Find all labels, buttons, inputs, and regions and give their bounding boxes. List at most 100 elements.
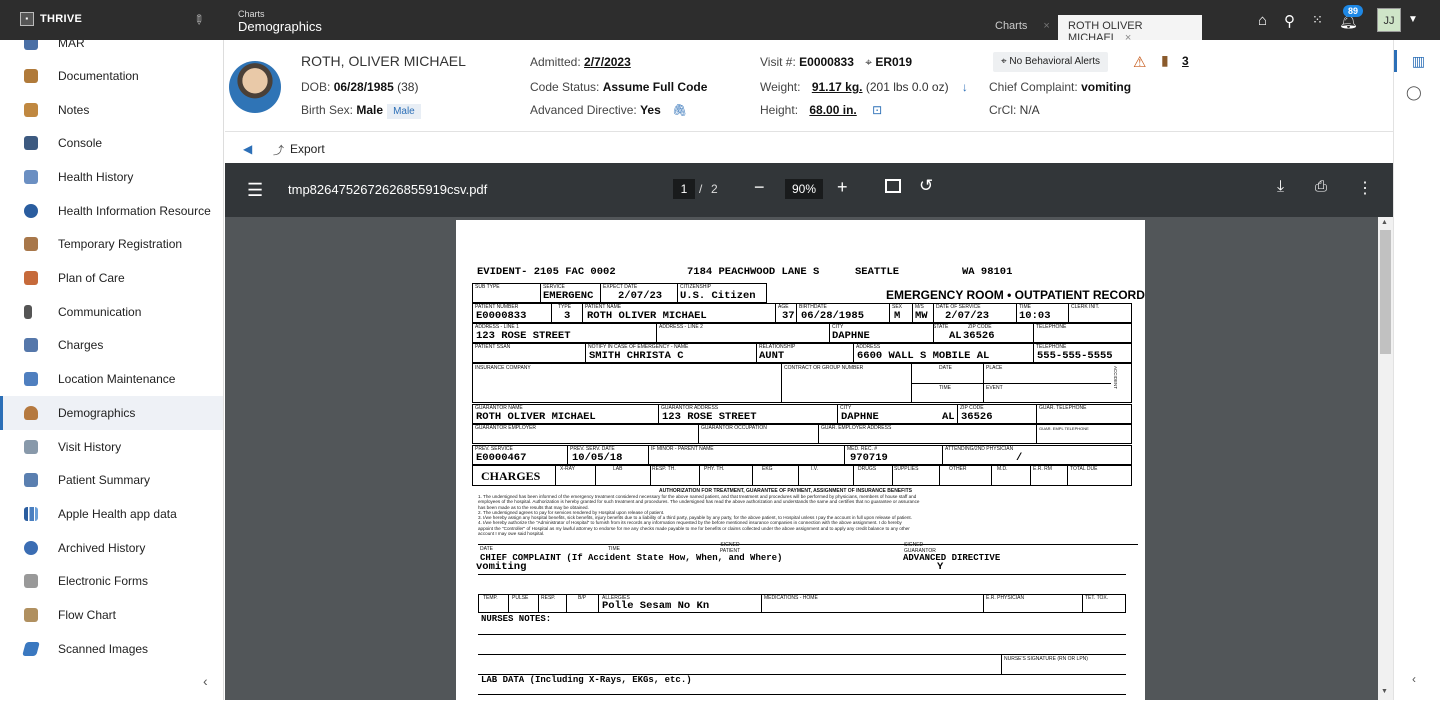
bp-label: B/P <box>578 595 587 601</box>
zoom-out-icon[interactable]: − <box>754 177 765 198</box>
pin-icon[interactable]: ✎ <box>189 10 208 29</box>
sidebar-item-temporary-registration[interactable]: Temporary Registration <box>0 227 223 261</box>
sidebar-item-plan-of-care[interactable]: Plan of Care <box>0 261 223 295</box>
ekg-label: EKG <box>762 466 773 472</box>
behavioral-alerts-button[interactable]: ⌖ No Behavioral Alerts <box>993 52 1109 72</box>
home-icon[interactable]: ⌂ <box>1258 12 1267 29</box>
height-value[interactable]: 68.00 in. <box>809 103 856 117</box>
clipboard-icon[interactable]: ▮ <box>1161 52 1169 69</box>
fit-page-icon[interactable] <box>885 179 901 193</box>
sidebar-item-health-information-resource[interactable]: Health Information Resource <box>0 194 223 228</box>
charges-icon <box>24 338 38 352</box>
sidebar-item-visit-history[interactable]: Visit History <box>0 430 223 464</box>
export-icon[interactable]: ⤴ <box>273 142 284 158</box>
sidebar-item-health-history[interactable]: Health History <box>0 160 223 194</box>
sidebar-item-label: Charges <box>58 338 104 352</box>
birth-sex-value: Male <box>356 103 384 117</box>
zoom-input[interactable]: 90% <box>785 179 823 199</box>
sidebar-item-archived-history[interactable]: Archived History <box>0 531 223 565</box>
sidebar-item-label: Apple Health app data <box>58 507 177 521</box>
location-value: ER019 <box>875 55 913 69</box>
search-icon[interactable]: ⚲ <box>1284 12 1295 30</box>
thrive-logo-icon: ▪ <box>20 12 34 26</box>
visit-history-icon <box>24 440 38 454</box>
brand[interactable]: ▪ THRIVE <box>20 12 82 26</box>
sidebar-item-scanned-images[interactable]: Scanned Images <box>0 632 223 666</box>
form-row <box>472 424 1132 444</box>
sidebar-item-apple-health[interactable]: Apple Health app data <box>0 497 223 531</box>
crcl-field: CrCl: N/A <box>989 103 1040 117</box>
forms-icon <box>24 574 38 588</box>
admitted-value[interactable]: 2/7/2023 <box>584 55 631 69</box>
scrollbar-thumb[interactable] <box>1380 230 1391 354</box>
medications-label: MEDICATIONS - HOME <box>764 595 818 601</box>
archive-icon <box>24 541 38 555</box>
sidebar-item-label: Health History <box>58 170 134 184</box>
facility-address: 7184 PEACHWOOD LANE S <box>687 266 820 278</box>
sidebar-item-charges[interactable]: Charges <box>0 328 223 362</box>
guarantor-name-value: ROTH OLIVER MICHAEL <box>476 411 596 423</box>
form-divider <box>1030 465 1031 486</box>
time-bottom-label: TIME <box>608 546 620 552</box>
chevron-left-icon[interactable]: ‹ <box>1412 672 1416 686</box>
sidebar-item-electronic-forms[interactable]: Electronic Forms <box>0 564 223 598</box>
export-button[interactable]: Export <box>290 142 325 156</box>
form-divider <box>983 594 984 613</box>
page-number-input[interactable]: 1 <box>673 179 695 199</box>
sidebar-item-label: Notes <box>58 103 90 117</box>
sidebar-item-communication[interactable]: Communication <box>0 295 223 329</box>
sidebar-item-demographics[interactable]: Demographics <box>0 396 223 430</box>
guarantor-zip-value: 36526 <box>961 411 993 423</box>
form-divider <box>1033 323 1034 343</box>
form-line <box>478 654 1126 655</box>
chevron-down-icon[interactable]: ▼ <box>1408 14 1418 25</box>
weight-label: Weight: <box>760 80 801 94</box>
sidebar-item-mar[interactable]: MAR <box>0 40 223 60</box>
iv-label: I.V. <box>811 466 819 472</box>
menu-icon[interactable]: ☰ <box>247 180 263 201</box>
facility-city: SEATTLE <box>855 266 900 278</box>
measure-icon[interactable]: ⊡ <box>872 103 882 117</box>
alert-count[interactable]: 3 <box>1182 54 1189 68</box>
sidebar-item-console[interactable]: Console <box>0 126 223 160</box>
sidebar-item-patient-summary[interactable]: Patient Summary <box>0 463 223 497</box>
sidebar-item-documentation[interactable]: Documentation <box>0 59 223 93</box>
warning-icon[interactable]: ⚠ <box>1133 53 1146 71</box>
page-title: Demographics <box>238 19 322 34</box>
form-line <box>478 694 1126 695</box>
chart-icon[interactable]: ▥ <box>1394 50 1440 72</box>
weight-value[interactable]: 91.17 kg. <box>812 80 863 94</box>
back-arrow-icon[interactable]: ◀ <box>243 142 252 156</box>
close-icon[interactable]: × <box>1043 20 1049 32</box>
apps-grid-icon[interactable]: ⁙ <box>1312 12 1323 28</box>
paperclip-icon[interactable]: 🖇︎ <box>672 103 687 117</box>
sidebar-item-notes[interactable]: Notes <box>0 93 223 127</box>
sidebar-item-flow-chart[interactable]: Flow Chart <box>0 598 223 632</box>
form-divider <box>582 303 583 323</box>
download-icon[interactable]: ⤓ <box>1277 178 1284 196</box>
sidebar-item-label: Patient Summary <box>58 473 151 487</box>
tab-charts[interactable]: Charts × <box>985 15 1060 40</box>
guar-employer-address-label: GUAR. EMPLOYER ADDRESS <box>821 425 892 431</box>
tab-patient[interactable]: ROTH OLIVER MICHAEL × <box>1058 15 1202 44</box>
zoom-in-icon[interactable]: + <box>837 177 848 198</box>
form-title: EMERGENCY ROOM • OUTPATIENT RECORD <box>886 288 1145 302</box>
sidebar-item-location-maintenance[interactable]: Location Maintenance <box>0 362 223 396</box>
arrow-down-icon[interactable]: ↓ <box>962 80 968 94</box>
chat-bubble-icon[interactable]: ◯ <box>1406 84 1422 101</box>
more-options-icon[interactable]: ⋮ <box>1357 178 1373 198</box>
user-avatar[interactable]: JJ <box>1377 8 1401 32</box>
form-divider <box>656 323 657 343</box>
phy-th-label: PHY. TH. <box>704 466 725 472</box>
scroll-down-icon[interactable]: ▼ <box>1381 688 1388 695</box>
address-line1-value: 123 ROSE STREET <box>476 330 571 342</box>
rotate-icon[interactable]: ↺ <box>919 176 933 196</box>
scroll-up-icon[interactable]: ▲ <box>1381 219 1388 226</box>
collapse-sidebar-icon[interactable]: ‹ <box>203 673 208 689</box>
advanced-directive-label: Advanced Directive: <box>530 103 637 117</box>
telephone-label: TELEPHONE <box>1036 324 1067 330</box>
total-due-label: TOTAL DUE <box>1070 466 1098 472</box>
print-icon[interactable]: ⎙ <box>1315 178 1327 195</box>
patient-first-names: , OLIVER MICHAEL <box>340 53 466 69</box>
time-label: TIME <box>939 385 951 391</box>
